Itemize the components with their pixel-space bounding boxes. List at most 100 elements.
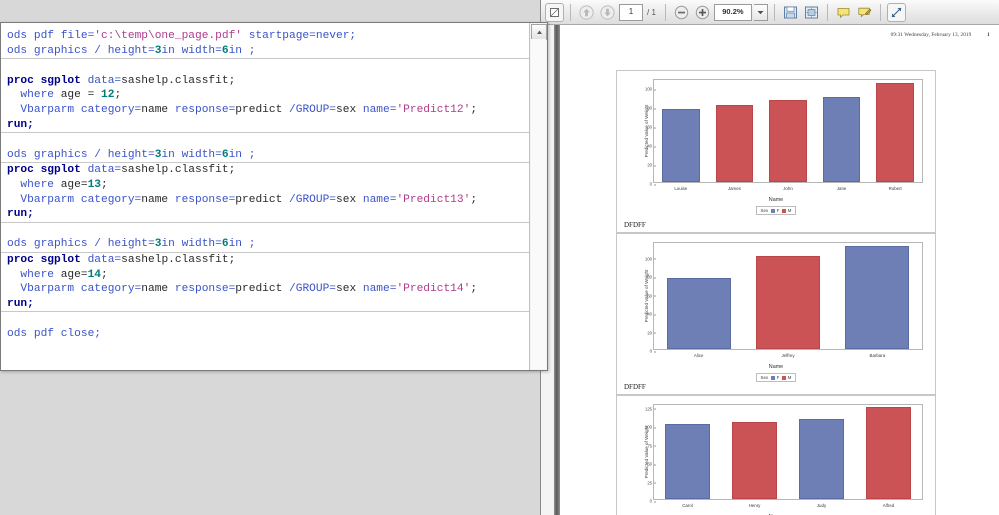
code-token: Vbarparm category= <box>7 193 142 206</box>
code-token: /GROUP= <box>289 103 337 116</box>
code-token: ods pdf close; <box>7 327 101 340</box>
x-axis-tick: Barbara <box>869 353 886 358</box>
y-axis-tick: 100 <box>645 86 656 92</box>
sidebar-toggle-icon[interactable] <box>545 2 564 22</box>
code-token: name <box>141 103 175 116</box>
page-number-input[interactable]: 1 <box>619 3 643 21</box>
highlight-icon[interactable] <box>855 3 874 22</box>
comment-icon[interactable] <box>834 3 853 22</box>
zoom-out-icon[interactable] <box>672 3 691 22</box>
code-token: in ; <box>228 148 256 161</box>
bar <box>664 424 711 499</box>
legend-item: M <box>782 375 791 380</box>
code-token: /GROUP= <box>289 283 337 296</box>
code-line: ods graphics / height=3in width=6in ; <box>1 148 530 164</box>
fullscreen-icon[interactable] <box>886 2 906 22</box>
code-token: data= <box>87 74 122 87</box>
bar-series <box>654 243 922 349</box>
code-token: predict <box>235 193 290 206</box>
code-token: response= <box>174 283 236 296</box>
toolbar-divider <box>773 3 775 21</box>
y-axis-title: Predicted Value of Weight <box>643 425 649 479</box>
code-token: run; <box>7 297 34 310</box>
sas-code-editor-window: ods pdf file='c:\temp\one_page.pdf' star… <box>0 22 548 371</box>
pdf-document-area: 09:31 Wednesday, February 13, 2019 1 Pred… <box>541 25 999 515</box>
y-axis-tick: 25 <box>647 480 656 486</box>
code-token: proc sgplot <box>7 74 88 87</box>
code-token: 'Predict12' <box>396 103 471 116</box>
y-axis-title: Predicted Value of Weight <box>643 104 649 158</box>
code-line: where age=14; <box>1 268 530 283</box>
code-token: 6 <box>221 44 229 57</box>
code-token: age = <box>60 89 102 102</box>
code-line: Vbarparm category=name response=predict … <box>1 103 530 118</box>
chart-block-3: Predicted Value of Weight 0 25 50 75 100 125 Ca… <box>616 395 936 515</box>
code-token: proc sgplot <box>7 253 88 266</box>
code-line: ods graphics / height=3in width=6in ; <box>1 44 530 60</box>
scrollbar-up-icon[interactable] <box>531 24 547 40</box>
chart-block-1: Predicted Value of Weight 0 20 40 60 80 100 Lou… <box>616 70 936 233</box>
code-editor-text-area[interactable]: ods pdf file='c:\temp\one_page.pdf' star… <box>1 23 530 370</box>
bar-series <box>654 405 922 499</box>
code-token: where <box>7 89 61 102</box>
code-token: response= <box>174 193 236 206</box>
y-axis-tick: 125 <box>645 406 656 412</box>
toolbar-divider <box>826 3 828 21</box>
legend-swatch <box>771 375 776 380</box>
y-axis-tick: 20 <box>647 162 656 168</box>
code-token: response= <box>174 103 236 116</box>
code-token: data= <box>87 164 122 177</box>
scrollbar-track[interactable] <box>531 39 546 369</box>
legend: Sex F M <box>617 206 935 215</box>
legend-item: M <box>782 208 791 213</box>
code-token: Vbarparm category= <box>7 283 142 296</box>
code-token: predict <box>235 283 290 296</box>
bar-series <box>654 80 922 182</box>
code-token: ; <box>101 268 108 281</box>
code-line: run; <box>1 297 530 313</box>
code-token: 14 <box>87 268 102 281</box>
y-axis-tick: 100 <box>645 256 656 262</box>
legend: Sex F M <box>617 373 935 382</box>
bar <box>822 96 861 182</box>
code-line: proc sgplot data=sashelp.classfit; <box>1 74 530 89</box>
code-token: ods graphics / height= <box>7 148 155 161</box>
legend-box: Sex F M <box>755 373 797 382</box>
zoom-in-icon[interactable] <box>693 3 712 22</box>
code-token: run; <box>7 118 34 131</box>
code-token: ; <box>470 283 478 296</box>
legend-title: Sex <box>760 208 769 213</box>
code-line: ods pdf close; <box>1 327 530 342</box>
code-token: sashelp.classfit; <box>121 253 236 266</box>
legend-swatch <box>771 208 776 213</box>
next-page-icon[interactable] <box>598 3 617 22</box>
code-token: ; <box>470 193 478 206</box>
bar <box>769 99 807 182</box>
legend-label: M <box>787 208 792 213</box>
toolbar-divider <box>664 3 666 21</box>
y-axis-tick: 60 <box>647 124 656 130</box>
zoom-dropdown-icon[interactable] <box>753 3 768 21</box>
code-token: Vbarparm category= <box>7 103 142 116</box>
x-axis-tick: Carol <box>682 503 693 508</box>
page-header: 09:31 Wednesday, February 13, 2019 1 <box>891 32 990 38</box>
save-icon[interactable] <box>781 3 800 22</box>
plot-area: 0 25 50 75 100 125 Carol Henry Judy Alfred <box>645 404 923 508</box>
zoom-level-input[interactable]: 90.2% <box>713 3 752 21</box>
code-editor-scrollbar[interactable] <box>529 23 547 370</box>
bar <box>845 245 910 349</box>
code-token: name <box>141 283 175 296</box>
bar <box>865 406 912 499</box>
x-axis-tick: Alice <box>693 353 704 358</box>
fit-page-icon[interactable] <box>802 3 821 22</box>
y-axis-tick: 100 <box>645 424 656 430</box>
previous-page-icon[interactable] <box>577 3 596 22</box>
x-axis-tick: Jeffrey <box>781 353 795 358</box>
code-token: sex <box>336 283 363 296</box>
code-token: in width= <box>161 238 222 251</box>
bar <box>755 255 821 349</box>
code-line: where age=13; <box>1 178 530 193</box>
bar <box>798 419 845 499</box>
code-line: proc sgplot data=sashelp.classfit; <box>1 163 530 178</box>
